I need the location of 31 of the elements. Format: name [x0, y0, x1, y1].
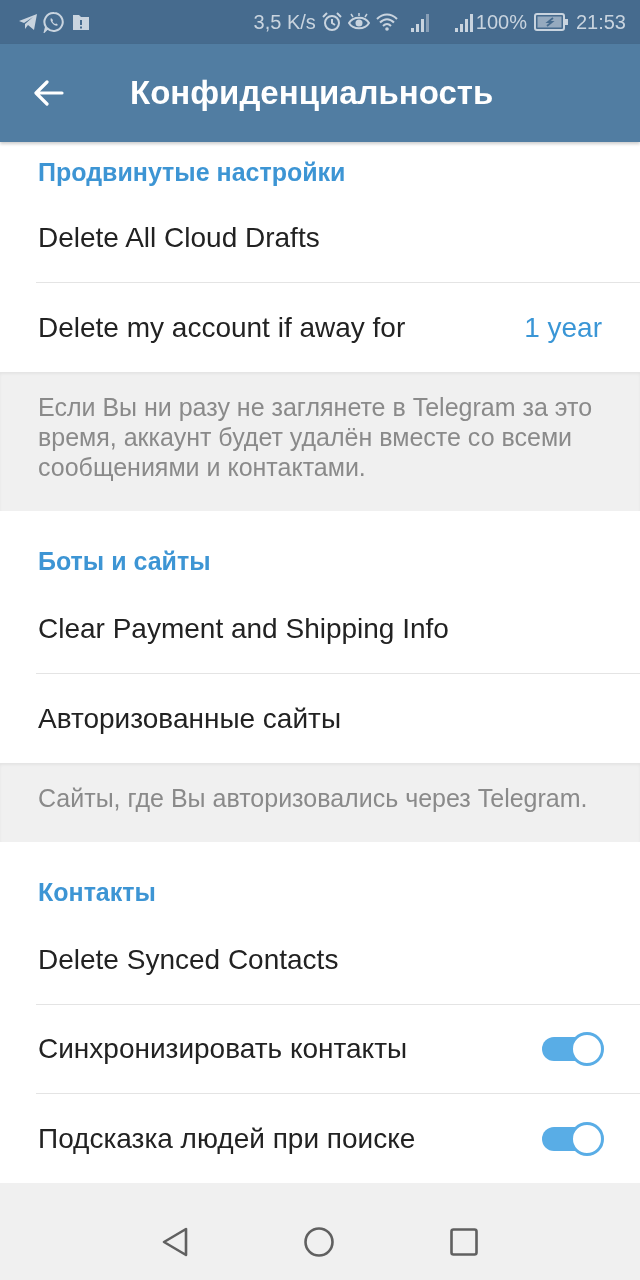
alarm-clock-icon — [321, 12, 342, 32]
recent-apps-icon[interactable] — [450, 1228, 478, 1256]
settings-option[interactable]: Delete Synced Contacts — [38, 943, 339, 977]
signal-icon — [409, 12, 430, 32]
signal-icon — [453, 12, 474, 32]
back-arrow-icon[interactable] — [34, 80, 64, 106]
toggle-switch[interactable] — [542, 1032, 604, 1066]
screen-title: Конфиденциальность — [130, 73, 494, 113]
card-alert-icon — [72, 13, 90, 31]
section-header: Продвинутые настройки — [38, 158, 346, 186]
section-footer-note: Если Вы ни разу не заглянете в Telegram за это время, аккаунт будет удалён вместе со всеми сообщениями и контактами. — [38, 392, 594, 482]
section-footer-note: Сайты, где Вы авторизовались через Telegram. — [38, 783, 589, 813]
eye-icon — [347, 13, 370, 31]
battery-percentage: 100% — [475, 10, 527, 35]
settings-option[interactable]: Авторизованные сайты — [38, 701, 342, 736]
toggle-switch[interactable] — [542, 1121, 604, 1156]
settings-option[interactable]: Delete All Cloud Drafts — [38, 221, 320, 255]
settings-option[interactable]: Delete my account if away for — [38, 310, 406, 345]
back-icon[interactable] — [162, 1227, 188, 1257]
phone-bubble-icon — [43, 11, 65, 33]
network-speed: 3,5 K/s — [253, 10, 316, 35]
wifi-icon — [375, 13, 398, 31]
settings-option[interactable]: Подсказка людей при поиске — [38, 1121, 416, 1156]
clock-time: 21:53 — [575, 10, 626, 35]
section-header: Контакты — [38, 878, 156, 906]
battery-charging-icon — [533, 13, 568, 31]
settings-option[interactable]: Clear Payment and Shipping Info — [38, 612, 449, 646]
home-icon[interactable] — [304, 1227, 334, 1257]
settings-option[interactable]: Синхронизировать контакты — [38, 1032, 408, 1066]
paper-plane-icon — [18, 13, 38, 31]
section-header: Боты и сайты — [38, 547, 211, 575]
